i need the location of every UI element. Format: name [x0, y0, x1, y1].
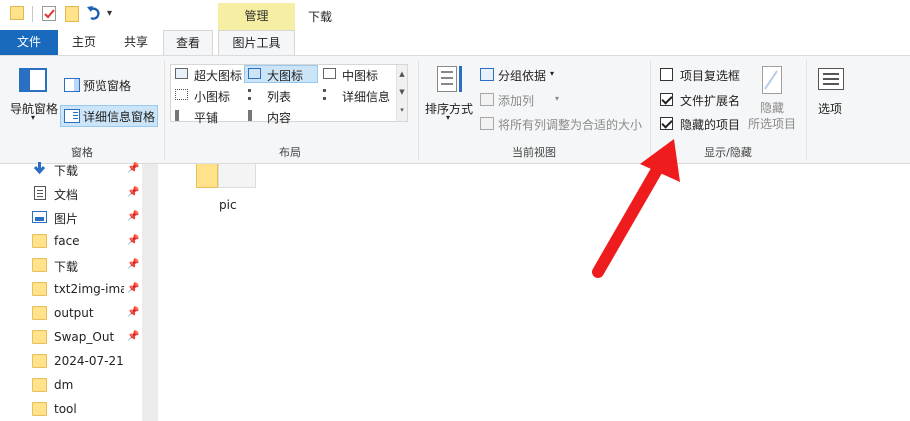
annotation-arrow	[592, 139, 680, 278]
